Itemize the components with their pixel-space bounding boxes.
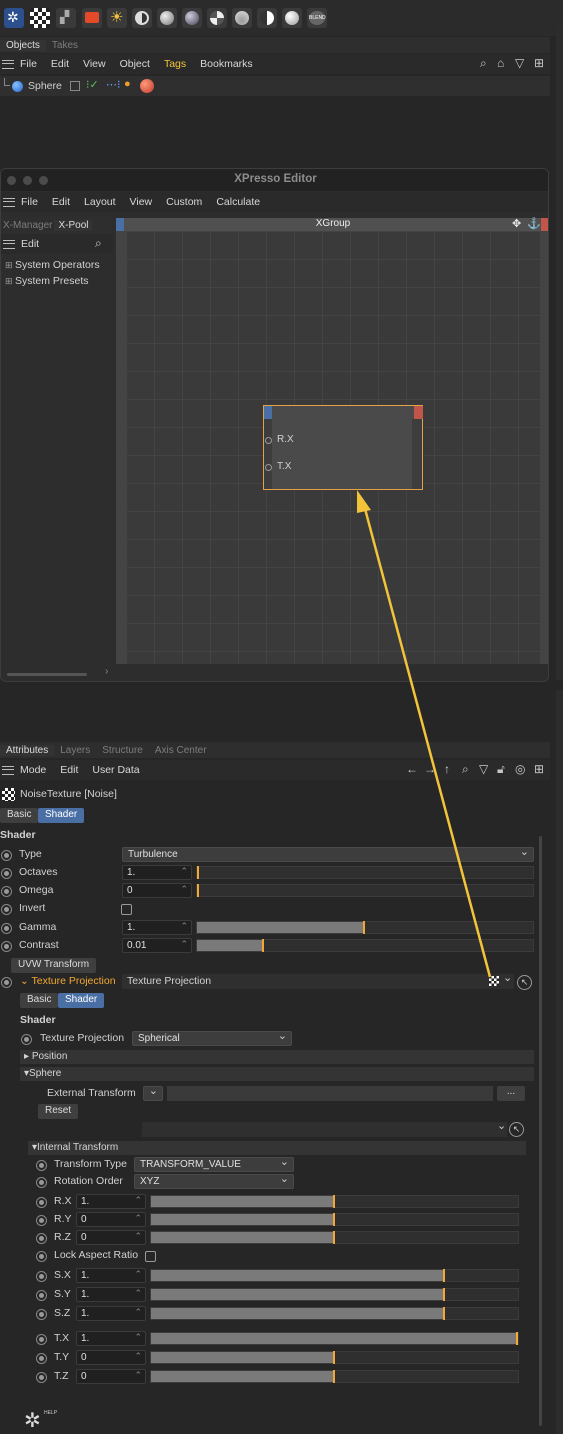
annotation-arrow: [357, 490, 492, 978]
